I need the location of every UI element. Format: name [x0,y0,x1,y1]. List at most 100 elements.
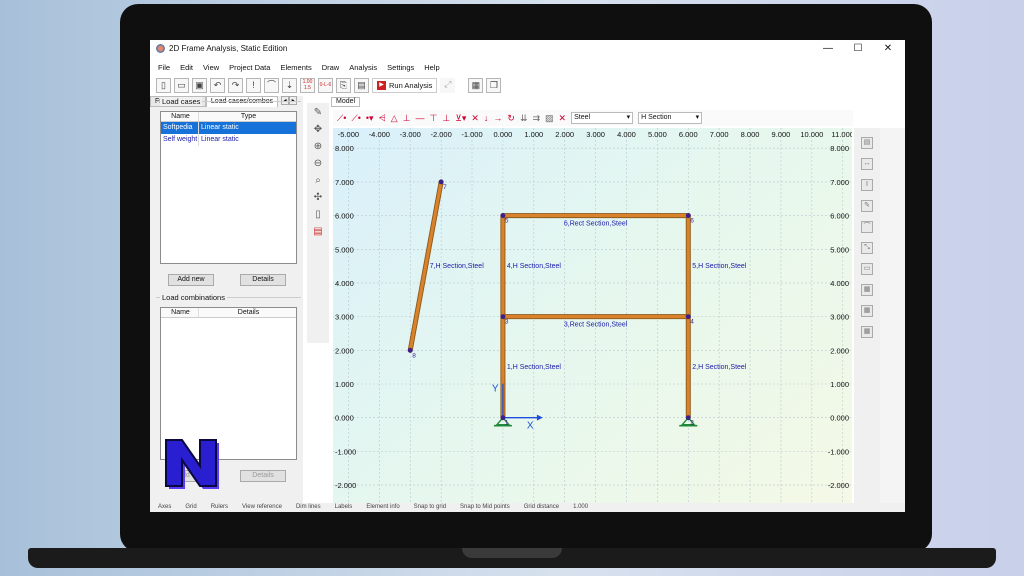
member-label: 3,Rect Section,Steel [564,322,628,329]
support-roller-icon[interactable]: ⊥ [403,112,411,124]
status-rulers[interactable]: Rulers [211,503,228,512]
col-name[interactable]: Name [161,112,199,121]
new-file-icon[interactable]: ▯ [156,77,171,93]
row-name: Self weight [161,134,199,146]
col-name[interactable]: Name [161,308,199,317]
report-icon[interactable]: ! [246,77,261,93]
menu-project-data[interactable]: Project Data [229,63,270,72]
zoom-window-icon[interactable]: ⌕ [311,174,325,188]
menu-settings[interactable]: Settings [387,63,414,72]
menu-draw[interactable]: Draw [322,63,340,72]
comment-icon[interactable]: ▭ [861,263,873,275]
col-details[interactable]: Details [199,308,296,317]
maximize-button[interactable]: ☐ [851,43,865,55]
close-button[interactable]: ✕ [881,43,895,55]
dimension-h-icon[interactable]: ↔ [861,158,873,170]
status-view-reference[interactable]: View reference [242,503,282,512]
section-select[interactable]: H Section [638,112,703,124]
load-case-details-button[interactable]: Details [240,274,286,286]
undo-icon[interactable]: ↶ [210,77,225,93]
node-label: 8 [412,352,416,359]
menu-view[interactable]: View [203,63,219,72]
table-row[interactable]: Softpedia Linear static [161,122,296,134]
frame-model-plot[interactable]: -5.000-5.000-4.000-4.000-3.000-3.000-2.0… [333,128,852,512]
model-canvas[interactable]: -5.000-5.000-4.000-4.000-3.000-3.000-2.0… [333,128,852,512]
moment-icon[interactable]: ↻ [507,112,515,124]
properties-icon[interactable]: ▤ [861,137,873,149]
diagram-icon[interactable]: ⌒ [264,77,279,93]
curve-icon[interactable]: ⌒ [861,221,873,233]
results-3-icon[interactable]: ▦ [861,326,873,338]
pdf-icon[interactable]: ▤ [311,225,325,239]
x-tick-label-top: 8.000 [741,130,760,139]
dimension-icon[interactable]: 0-L-6 [318,77,333,93]
status-axes[interactable]: Axes [158,503,171,512]
delete-load-icon[interactable]: ✕ [559,112,567,124]
open-folder-icon[interactable]: ▭ [174,77,189,93]
pan-icon[interactable]: ✥ [311,123,325,137]
zoom-extents-icon[interactable]: ✣ [311,191,325,205]
status-element-info[interactable]: Element info [366,503,399,512]
link-icon[interactable]: ⤢ [440,77,456,93]
release-icon[interactable]: ⊻▾ [455,112,466,124]
save-icon[interactable]: ▣ [192,77,207,93]
area-load-icon[interactable]: ▨ [545,112,554,124]
page-icon[interactable]: ▯ [311,208,325,222]
print-icon[interactable]: ▤ [354,77,369,93]
support-pinned-icon[interactable]: △ [391,112,398,124]
status-bar: Axes Grid Rulers View reference Dim line… [150,503,905,512]
copy-icon[interactable]: ❐ [486,77,502,93]
material-select[interactable]: Steel [571,112,634,124]
spring-icon[interactable]: ⊥ [442,112,450,124]
hinge-icon[interactable]: ⊤ [430,112,438,124]
x-tick-label-top: -5.000 [338,130,359,139]
col-type[interactable]: Type [199,112,296,121]
results-2-icon[interactable]: ▦ [861,305,873,317]
edit-icon[interactable]: ✎ [311,106,325,120]
export-icon[interactable]: ⎘ [336,77,351,93]
section-i-icon[interactable]: I [861,179,873,191]
tab-model[interactable]: Model [331,97,361,107]
trapezoid-load-icon[interactable]: ⇉ [532,112,540,124]
point-load-icon[interactable]: ↓ [484,112,489,124]
load-icon[interactable]: ⇣ [282,77,297,93]
status-grid-value[interactable]: 1.000 [573,503,588,512]
redo-icon[interactable]: ↷ [228,77,243,93]
results-1-icon[interactable]: ▦ [861,284,873,296]
table-icon[interactable]: ▦ [468,77,484,93]
draw-chain-icon[interactable]: ⟋• [351,112,360,124]
menu-edit[interactable]: Edit [180,63,193,72]
draw-node-icon[interactable]: •▾ [366,112,374,124]
pencil-icon[interactable]: ✎ [861,200,873,212]
draw-frame-icon[interactable]: ⟋• [337,112,346,124]
menu-analysis[interactable]: Analysis [349,63,377,72]
menu-file[interactable]: File [158,63,170,72]
distributed-load-icon[interactable]: ⇊ [520,112,528,124]
menu-help[interactable]: Help [424,63,439,72]
status-dim-lines[interactable]: Dim lines [296,503,321,512]
status-snap-grid[interactable]: Snap to grid [414,503,446,512]
diagonal-icon[interactable]: ⤡ [861,242,873,254]
units-bottom: 1.5 [304,84,311,91]
status-grid[interactable]: Grid [185,503,196,512]
menu-elements[interactable]: Elements [280,63,311,72]
minimize-button[interactable]: — [821,43,835,55]
support-free-icon[interactable]: — [416,112,425,124]
play-icon: ▶ [377,80,386,90]
status-labels[interactable]: Labels [335,503,353,512]
combination-details-button[interactable]: Details [240,470,286,482]
title-bar: 2D Frame Analysis, Static Edition — ☐ ✕ [150,40,905,58]
x-tick-label-top: -1.000 [461,130,482,139]
support-fixed-icon[interactable]: ⩤ [379,112,386,124]
status-snap-mid[interactable]: Snap to Mid points [460,503,510,512]
add-load-case-button[interactable]: Add new [168,274,214,286]
node-label: 1 [505,420,509,427]
zoom-out-icon[interactable]: ⊖ [311,157,325,171]
run-analysis-button[interactable]: ▶ Run Analysis [372,77,438,93]
axial-load-icon[interactable]: → [493,112,502,124]
zoom-in-icon[interactable]: ⊕ [311,140,325,154]
load-cases-title: Load cases [160,97,203,106]
delete-support-icon[interactable]: ✕ [471,112,479,124]
table-row[interactable]: Self weight Linear static [161,134,296,146]
units-icon[interactable]: 1.00 1.5 [300,77,315,93]
